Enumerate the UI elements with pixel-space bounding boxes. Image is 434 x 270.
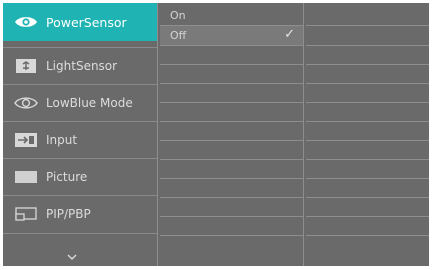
eye-icon <box>14 94 38 112</box>
option-off[interactable]: Off ✓ <box>160 26 303 45</box>
picture-icon <box>14 168 38 186</box>
column-divider <box>157 3 158 266</box>
submenu-list <box>306 3 429 266</box>
column-divider <box>303 3 304 266</box>
row-divider <box>306 140 429 141</box>
row-divider <box>306 197 429 198</box>
row-divider <box>160 159 303 160</box>
row-divider <box>306 25 429 26</box>
row-divider <box>306 216 429 217</box>
light-sensor-icon <box>14 57 38 75</box>
eye-icon <box>14 13 38 31</box>
menu-item-label: Picture <box>46 169 88 184</box>
menu-item-label: PowerSensor <box>46 14 127 30</box>
option-label: On <box>170 9 186 22</box>
row-divider <box>160 121 303 122</box>
menu-item-pip-pbp[interactable]: PIP/PBP <box>3 195 157 232</box>
row-divider <box>306 83 429 84</box>
menu-item-input[interactable]: Input <box>3 121 157 158</box>
chevron-down-icon[interactable] <box>67 254 77 260</box>
menu-item-label: LowBlue Mode <box>46 95 133 110</box>
pip-icon <box>14 205 38 223</box>
option-on[interactable]: On <box>160 6 303 25</box>
osd-menu-panel: PowerSensor LightSensor LowBlue Mode Inp… <box>3 3 429 266</box>
row-divider <box>160 216 303 217</box>
row-divider <box>160 235 303 236</box>
option-label: Off <box>170 29 187 42</box>
main-menu: PowerSensor LightSensor LowBlue Mode Inp… <box>3 3 157 266</box>
row-divider <box>306 235 429 236</box>
row-divider <box>306 121 429 122</box>
menu-item-lightsensor[interactable]: LightSensor <box>3 47 157 84</box>
menu-item-powersensor[interactable]: PowerSensor <box>3 3 157 41</box>
menu-item-label: PIP/PBP <box>46 206 91 221</box>
row-divider <box>160 83 303 84</box>
menu-item-lowblue-mode[interactable]: LowBlue Mode <box>3 84 157 121</box>
row-divider <box>160 102 303 103</box>
row-divider <box>306 45 429 46</box>
row-divider <box>160 178 303 179</box>
row-divider <box>160 45 303 46</box>
row-divider <box>160 140 303 141</box>
row-divider <box>306 64 429 65</box>
row-divider <box>306 159 429 160</box>
options-list: On Off ✓ <box>160 3 303 266</box>
checkmark-icon: ✓ <box>284 27 295 42</box>
menu-item-label: Input <box>46 132 78 147</box>
row-divider <box>306 102 429 103</box>
row-divider <box>306 178 429 179</box>
menu-item-label: LightSensor <box>46 58 118 73</box>
menu-divider <box>3 233 157 234</box>
row-divider <box>160 197 303 198</box>
menu-item-picture[interactable]: Picture <box>3 158 157 195</box>
input-icon <box>14 131 38 149</box>
row-divider <box>160 64 303 65</box>
